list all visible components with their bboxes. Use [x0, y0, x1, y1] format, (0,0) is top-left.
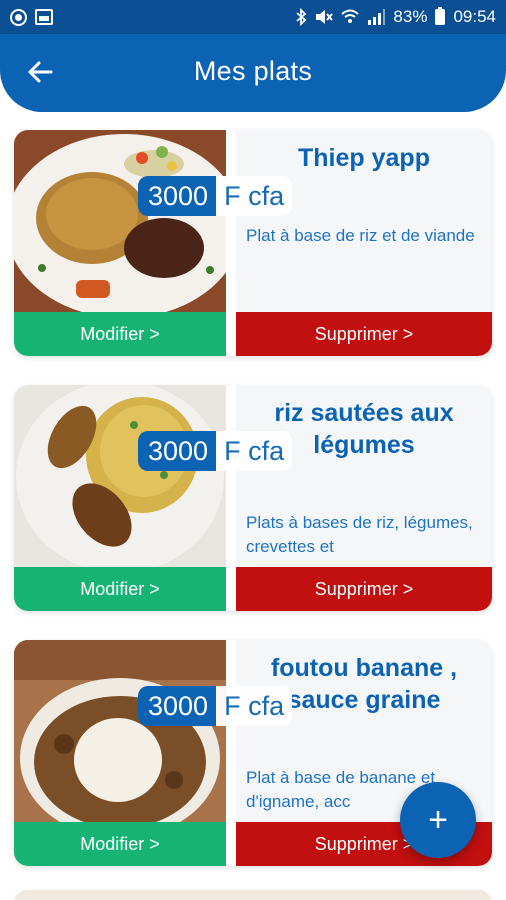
signal-icon	[368, 9, 386, 25]
plus-icon: +	[428, 800, 448, 839]
edit-button[interactable]: Modifier >	[14, 822, 226, 866]
bluetooth-icon	[296, 8, 307, 26]
delete-button[interactable]: Supprimer >	[236, 567, 492, 611]
page-title: Mes plats	[193, 56, 313, 86]
dish-card-partial[interactable]	[14, 890, 492, 900]
price-currency: F cfa	[216, 686, 293, 726]
dish-price: 3000 F cfa	[138, 431, 293, 471]
add-dish-button[interactable]: +	[400, 782, 476, 858]
dish-info: riz sautées aux légumes Plats à bases de…	[236, 385, 492, 567]
price-amount: 3000	[138, 176, 217, 216]
price-amount: 3000	[138, 431, 217, 471]
dish-description: Plat à base de riz et de viande	[246, 226, 475, 245]
price-currency: F cfa	[216, 176, 293, 216]
battery-icon	[435, 7, 446, 25]
dish-card[interactable]: Thiep yapp Plat à base de riz et de vian…	[14, 130, 492, 356]
price-amount: 3000	[138, 686, 217, 726]
battery-percent: 83%	[393, 7, 428, 26]
price-currency: F cfa	[216, 431, 293, 471]
status-bar: 83% 09:54	[0, 0, 506, 34]
circle-notification-icon	[10, 8, 27, 26]
dish-info: Thiep yapp Plat à base de riz et de vian…	[236, 130, 492, 312]
clock: 09:54	[453, 7, 496, 26]
edit-button[interactable]: Modifier >	[14, 312, 226, 356]
image-notification-icon	[35, 9, 53, 25]
status-bar-left	[10, 8, 53, 26]
dish-price: 3000 F cfa	[138, 176, 293, 216]
dish-photo	[14, 385, 226, 567]
dish-card[interactable]: riz sautées aux légumes Plats à bases de…	[14, 385, 492, 611]
dish-name: Thiep yapp	[298, 144, 430, 172]
dish-photo	[14, 640, 226, 822]
edit-button[interactable]: Modifier >	[14, 567, 226, 611]
mute-icon	[316, 10, 334, 24]
delete-button[interactable]: Supprimer >	[236, 312, 492, 356]
app-bar: Mes plats	[0, 34, 506, 112]
status-bar-right: 83% 09:54	[295, 7, 496, 27]
dish-price: 3000 F cfa	[138, 686, 293, 726]
dish-description: Plats à bases de riz, légumes, crevettes…	[246, 513, 473, 556]
dish-photo	[14, 130, 226, 312]
wifi-icon	[341, 9, 360, 23]
